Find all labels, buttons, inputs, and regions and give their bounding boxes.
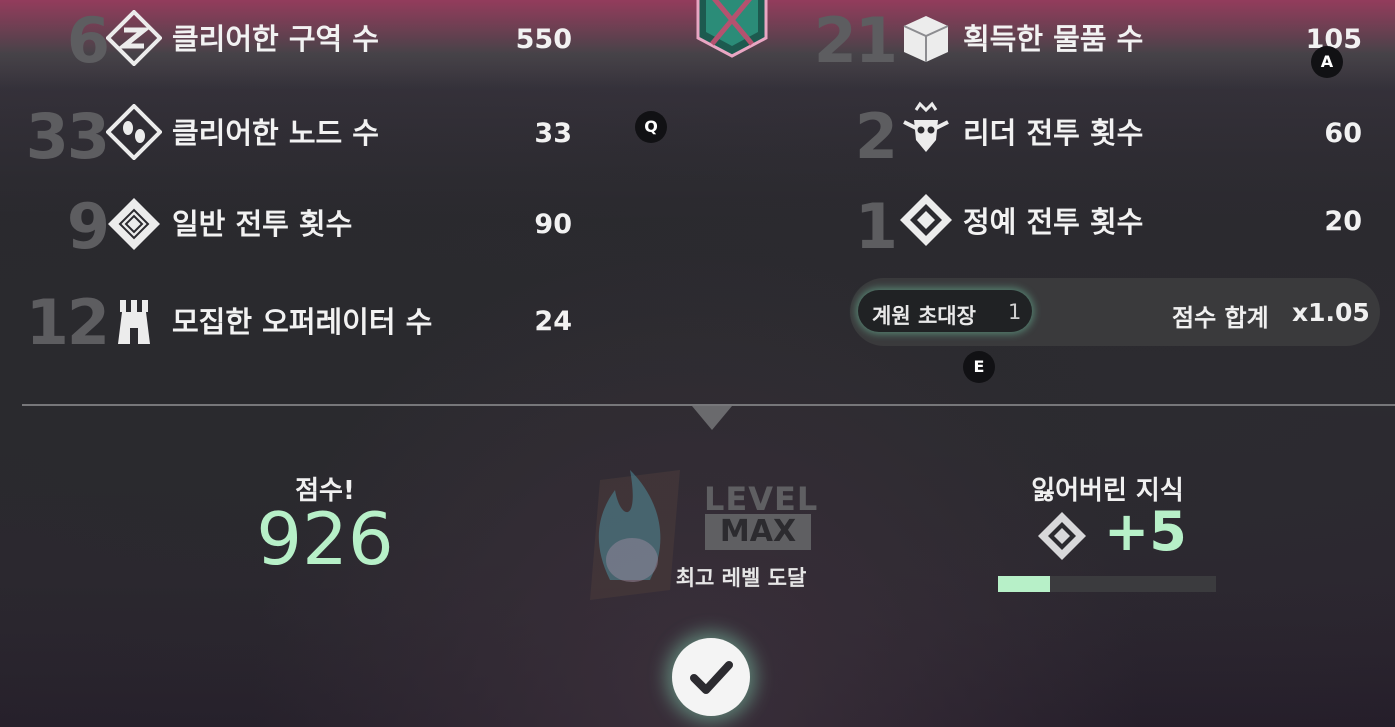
level-max-badge: MAX [705,514,811,550]
hotkey-e-marker[interactable]: E [963,351,995,383]
run-emblem-icon [696,0,768,58]
hotkey-q-marker[interactable]: Q [635,111,667,143]
stat-value: 90 [534,209,572,240]
zone-icon [106,10,162,66]
stat-count: 12 [25,286,110,359]
box-icon [903,16,949,62]
invitation-label: 계원 초대장 [872,304,976,328]
crowned-skull-icon [903,101,949,152]
divider-notch [692,406,732,430]
knowledge-progress-fill [998,576,1051,592]
score-bonus-bar: 계원 초대장 1 점수 합계 x1.05 [850,278,1380,346]
confirm-button[interactable] [672,638,750,716]
knowledge-progress-bar [998,576,1216,592]
hotkey-a-marker[interactable]: A [1311,46,1343,78]
score-value: 926 [256,497,394,581]
checkmark-icon [690,661,733,694]
stat-value: 33 [534,118,572,149]
maze-icon [108,198,160,250]
stat-label: 일반 전투 횟수 [172,207,353,241]
stat-value: 20 [1324,206,1362,237]
stat-value: 550 [515,24,572,55]
stat-count: 1 [854,190,898,263]
stat-count: 2 [854,100,898,173]
stat-count: 33 [25,100,110,173]
stat-label: 정예 전투 횟수 [963,205,1144,239]
invitation-badge[interactable]: 계원 초대장 1 [858,290,1032,332]
invitation-count: 1 [1008,300,1022,324]
stat-label: 클리어한 구역 수 [172,22,379,56]
elite-diamond-icon [900,194,952,246]
stat-count: 9 [66,190,110,263]
footsteps-icon [106,104,162,160]
stat-label: 모집한 오퍼레이터 수 [172,305,433,339]
tower-icon [118,300,150,344]
stat-count: 6 [66,4,110,77]
stat-label: 획득한 물품 수 [963,22,1144,56]
level-caption: 최고 레벨 도달 [675,566,807,590]
knowledge-gem-icon [1038,512,1086,560]
score-total-label: 점수 합계 [1172,304,1269,332]
stat-label: 리더 전투 횟수 [963,116,1144,150]
score-multiplier: x1.05 [1292,298,1370,327]
stat-count: 21 [813,4,898,77]
stat-label: 클리어한 노드 수 [172,116,379,150]
lost-knowledge-value: +5 [1104,500,1187,563]
stat-value: 60 [1324,118,1362,149]
stat-value: 24 [534,306,572,337]
level-label: LEVEL [704,480,819,518]
